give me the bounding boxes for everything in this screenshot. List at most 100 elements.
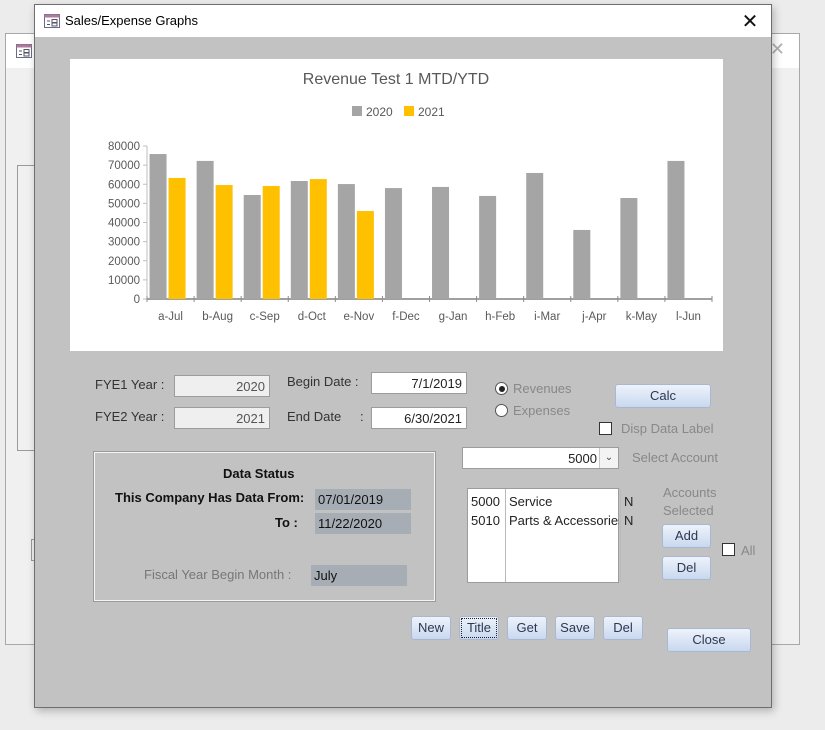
data-status-panel: Data Status This Company Has Data From: … — [93, 451, 436, 602]
y-axis: 0 10000 20000 30000 40000 50000 60000 70000 8000… — [108, 141, 148, 306]
data-to-label: To : — [275, 515, 298, 530]
account-combo-value: 5000 — [568, 451, 597, 466]
get-button[interactable]: Get — [507, 616, 547, 640]
bar-2021-c-Sep — [262, 185, 280, 299]
y-tick-label: 50000 — [108, 198, 140, 210]
fye1-year-field[interactable]: 2020 — [174, 375, 270, 397]
chart-bars — [149, 154, 685, 299]
legend-swatch-2021 — [404, 106, 414, 116]
x-tick-label: b-Aug — [202, 311, 233, 323]
list-item[interactable]: 5010 Parts & Accessories N — [468, 512, 633, 530]
title-button[interactable]: Title — [459, 616, 499, 640]
expenses-label: Expenses — [513, 403, 571, 418]
add-account-button[interactable]: Add — [662, 524, 711, 548]
end-date-label: End Date — [287, 409, 342, 424]
accounts-selected-label-1: Accounts — [663, 485, 717, 500]
x-tick-label: g-Jan — [439, 311, 468, 323]
all-accounts-checkbox[interactable] — [722, 543, 735, 556]
accounts-listbox[interactable]: 5000 Service N 5010 Parts & Accessories … — [467, 488, 633, 583]
account-flag: N — [624, 513, 634, 528]
chart-title: Revenue Test 1 MTD/YTD — [303, 71, 489, 88]
fiscal-month-value: July — [311, 565, 407, 586]
revenues-label: Revenues — [513, 381, 572, 396]
y-tick-label: 60000 — [108, 179, 140, 191]
x-tick-label: j-Apr — [581, 311, 606, 323]
bar-2020-a-Jul — [149, 154, 167, 299]
revenues-radio[interactable] — [495, 382, 508, 395]
y-tick-label: 30000 — [108, 237, 140, 249]
y-tick-label: 0 — [134, 294, 140, 306]
end-date-field[interactable]: 6/30/2021 — [371, 407, 467, 429]
titlebar: Sales/Expense Graphs ✕ — [35, 5, 771, 37]
account-code: 5000 — [471, 494, 500, 509]
calc-button[interactable]: Calc — [615, 384, 711, 408]
bar-2021-d-Oct — [309, 179, 327, 299]
revenue-chart: Revenue Test 1 MTD/YTD 2020 2021 0 10000 20… — [70, 59, 723, 351]
account-code: 5010 — [471, 513, 500, 528]
y-tick-label: 40000 — [108, 218, 140, 230]
bar-2020-c-Sep — [243, 194, 261, 299]
fiscal-month-label: Fiscal Year Begin Month : — [144, 567, 292, 582]
disp-data-label-text: Disp Data Label — [621, 421, 714, 436]
del-button[interactable]: Del — [603, 616, 643, 640]
form-icon — [44, 13, 60, 32]
x-tick-label: a-Jul — [158, 311, 183, 323]
x-tick-label: d-Oct — [298, 311, 327, 323]
account-name: Parts & Accessories — [509, 513, 619, 528]
sales-expense-graphs-dialog: Sales/Expense Graphs ✕ Revenue Test 1 MT… — [34, 4, 772, 708]
y-tick-label: 10000 — [108, 275, 140, 287]
data-from-label: This Company Has Data From: — [115, 490, 305, 505]
x-axis: a-Jul b-Aug c-Sep d-Oct e-Nov f-Dec g-Jan h-Feb… — [146, 296, 713, 323]
chevron-down-icon[interactable]: ⌄ — [599, 448, 618, 468]
y-tick-label: 70000 — [108, 160, 140, 172]
bar-2020-k-May — [620, 198, 638, 299]
close-icon[interactable]: ✕ — [770, 39, 785, 60]
bar-2020-i-Mar — [526, 172, 544, 299]
begin-date-label: Begin Date : — [287, 374, 359, 389]
bar-2021-e-Nov — [356, 211, 374, 299]
legend-label-2021: 2021 — [418, 105, 445, 119]
bar-2021-a-Jul — [168, 177, 186, 299]
data-status-heading: Data Status — [223, 466, 295, 481]
account-combo[interactable]: 5000 ⌄ — [462, 447, 619, 469]
save-button[interactable]: Save — [555, 616, 595, 640]
bar-2021-b-Aug — [215, 185, 233, 299]
bar-2020-h-Feb — [479, 195, 497, 299]
begin-date-field[interactable]: 7/1/2019 — [371, 372, 467, 394]
chart-legend: 2020 2021 — [352, 105, 445, 119]
expenses-radio[interactable] — [495, 404, 508, 417]
x-tick-label: i-Mar — [534, 311, 560, 323]
accounts-selected-label-2: Selected — [663, 503, 714, 518]
end-date-colon: : — [360, 409, 364, 424]
x-tick-label: k-May — [626, 311, 658, 323]
chart-svg: Revenue Test 1 MTD/YTD 2020 2021 0 10000 20… — [108, 71, 713, 323]
legend-label-2020: 2020 — [366, 105, 393, 119]
fye2-label: FYE2 Year : — [95, 409, 165, 424]
fye1-label: FYE1 Year : — [95, 377, 165, 392]
x-tick-label: c-Sep — [250, 311, 280, 323]
bar-2020-j-Apr — [573, 229, 591, 299]
data-from-value: 07/01/2019 — [315, 489, 411, 510]
disp-data-label-checkbox[interactable] — [599, 422, 612, 435]
close-button[interactable]: Close — [667, 628, 751, 652]
account-name: Service — [509, 494, 553, 509]
x-tick-label: f-Dec — [392, 311, 420, 323]
x-tick-label: l-Jun — [676, 311, 701, 323]
y-tick-label: 20000 — [108, 256, 140, 268]
account-flag: N — [624, 494, 634, 509]
all-accounts-label: All — [741, 543, 756, 558]
close-icon[interactable]: ✕ — [737, 8, 763, 34]
y-tick-label: 80000 — [108, 141, 140, 153]
select-account-label: Select Account — [632, 450, 718, 465]
column-divider — [620, 489, 621, 582]
bar-2020-l-Jun — [667, 160, 685, 299]
x-tick-label: h-Feb — [485, 311, 515, 323]
x-tick-label: e-Nov — [344, 311, 375, 323]
bar-2020-e-Nov — [337, 184, 355, 299]
del-account-button[interactable]: Del — [662, 556, 711, 580]
bar-2020-d-Oct — [290, 180, 308, 299]
fye2-year-field[interactable]: 2021 — [174, 407, 270, 429]
list-item[interactable]: 5000 Service N — [468, 493, 633, 511]
bar-2020-g-Jan — [432, 186, 450, 299]
new-button[interactable]: New — [411, 616, 451, 640]
